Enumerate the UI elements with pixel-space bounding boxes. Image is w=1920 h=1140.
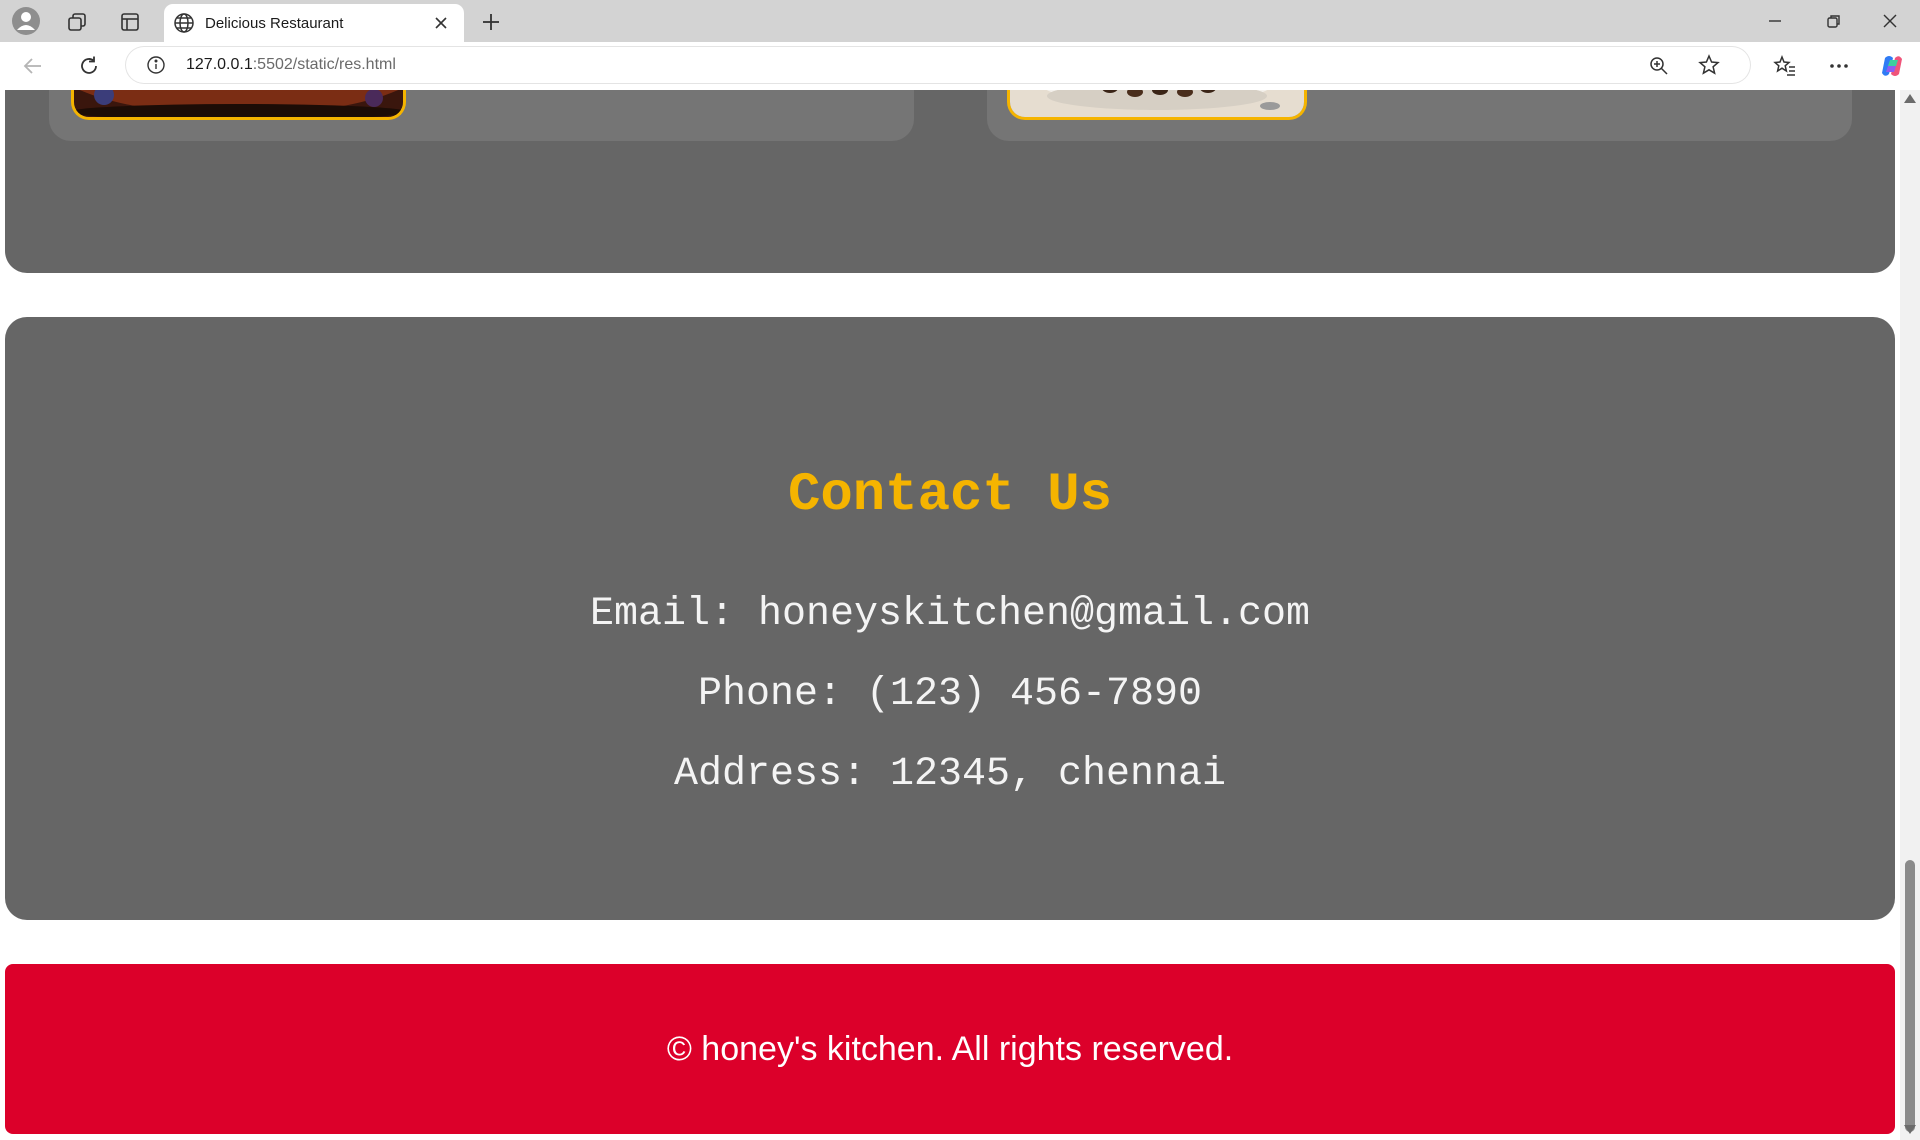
reload-icon[interactable] [76, 53, 102, 79]
close-window-icon[interactable] [1877, 8, 1903, 34]
address-bar-row: 127.0.0.1:5502/static/res.html [0, 42, 1920, 91]
menu-card-right [987, 90, 1852, 141]
more-options-icon[interactable] [1826, 53, 1852, 79]
scroll-down-arrow-icon[interactable] [1904, 1125, 1916, 1134]
contact-email: Email: honeyskitchen@gmail.com [589, 592, 1311, 637]
site-info-icon[interactable] [146, 55, 166, 75]
browser-tab-bar: Delicious Restaurant [0, 0, 1920, 42]
food-image-right [1007, 90, 1307, 120]
profile-icon[interactable] [10, 5, 42, 37]
restore-icon[interactable] [1821, 8, 1847, 34]
tab-title: Delicious Restaurant [205, 15, 344, 32]
food-image-left [71, 90, 406, 120]
url-field[interactable]: 127.0.0.1:5502/static/res.html [126, 47, 1750, 83]
contact-address: Address: 12345, chennai [673, 752, 1227, 797]
copilot-icon[interactable] [1878, 52, 1906, 80]
close-tab-icon[interactable] [432, 14, 450, 32]
url-path: :5502/static/res.html [252, 56, 396, 73]
page-viewport: Contact Us Email: honeyskitchen@gmail.co… [0, 90, 1900, 1140]
favorites-icon[interactable] [1772, 53, 1798, 79]
vertical-tabs-icon[interactable] [117, 9, 143, 35]
zoom-icon[interactable] [1648, 55, 1670, 77]
back-icon[interactable] [20, 53, 46, 79]
footer: © honey's kitchen. All rights reserved. [5, 964, 1895, 1134]
contact-heading: Contact Us [787, 465, 1113, 526]
scroll-thumb[interactable] [1905, 860, 1915, 1132]
url-host: 127.0.0.1 [186, 56, 253, 73]
globe-icon [173, 12, 195, 39]
contact-phone: Phone: (123) 456-7890 [697, 672, 1203, 717]
browser-tab[interactable]: Delicious Restaurant [164, 4, 464, 42]
footer-copyright: © honey's kitchen. All rights reserved. [666, 1030, 1234, 1068]
favorite-star-icon[interactable] [1698, 54, 1720, 76]
page-scrollbar[interactable] [1900, 90, 1920, 1140]
menu-section [5, 90, 1895, 273]
url-text: 127.0.0.1:5502/static/res.html [186, 56, 396, 74]
minimize-icon[interactable] [1762, 8, 1788, 34]
new-tab-icon[interactable] [478, 9, 504, 35]
scroll-up-arrow-icon[interactable] [1904, 94, 1916, 103]
contact-section: Contact Us Email: honeyskitchen@gmail.co… [5, 317, 1895, 920]
workspaces-icon[interactable] [64, 9, 90, 35]
menu-card-left [49, 90, 914, 141]
